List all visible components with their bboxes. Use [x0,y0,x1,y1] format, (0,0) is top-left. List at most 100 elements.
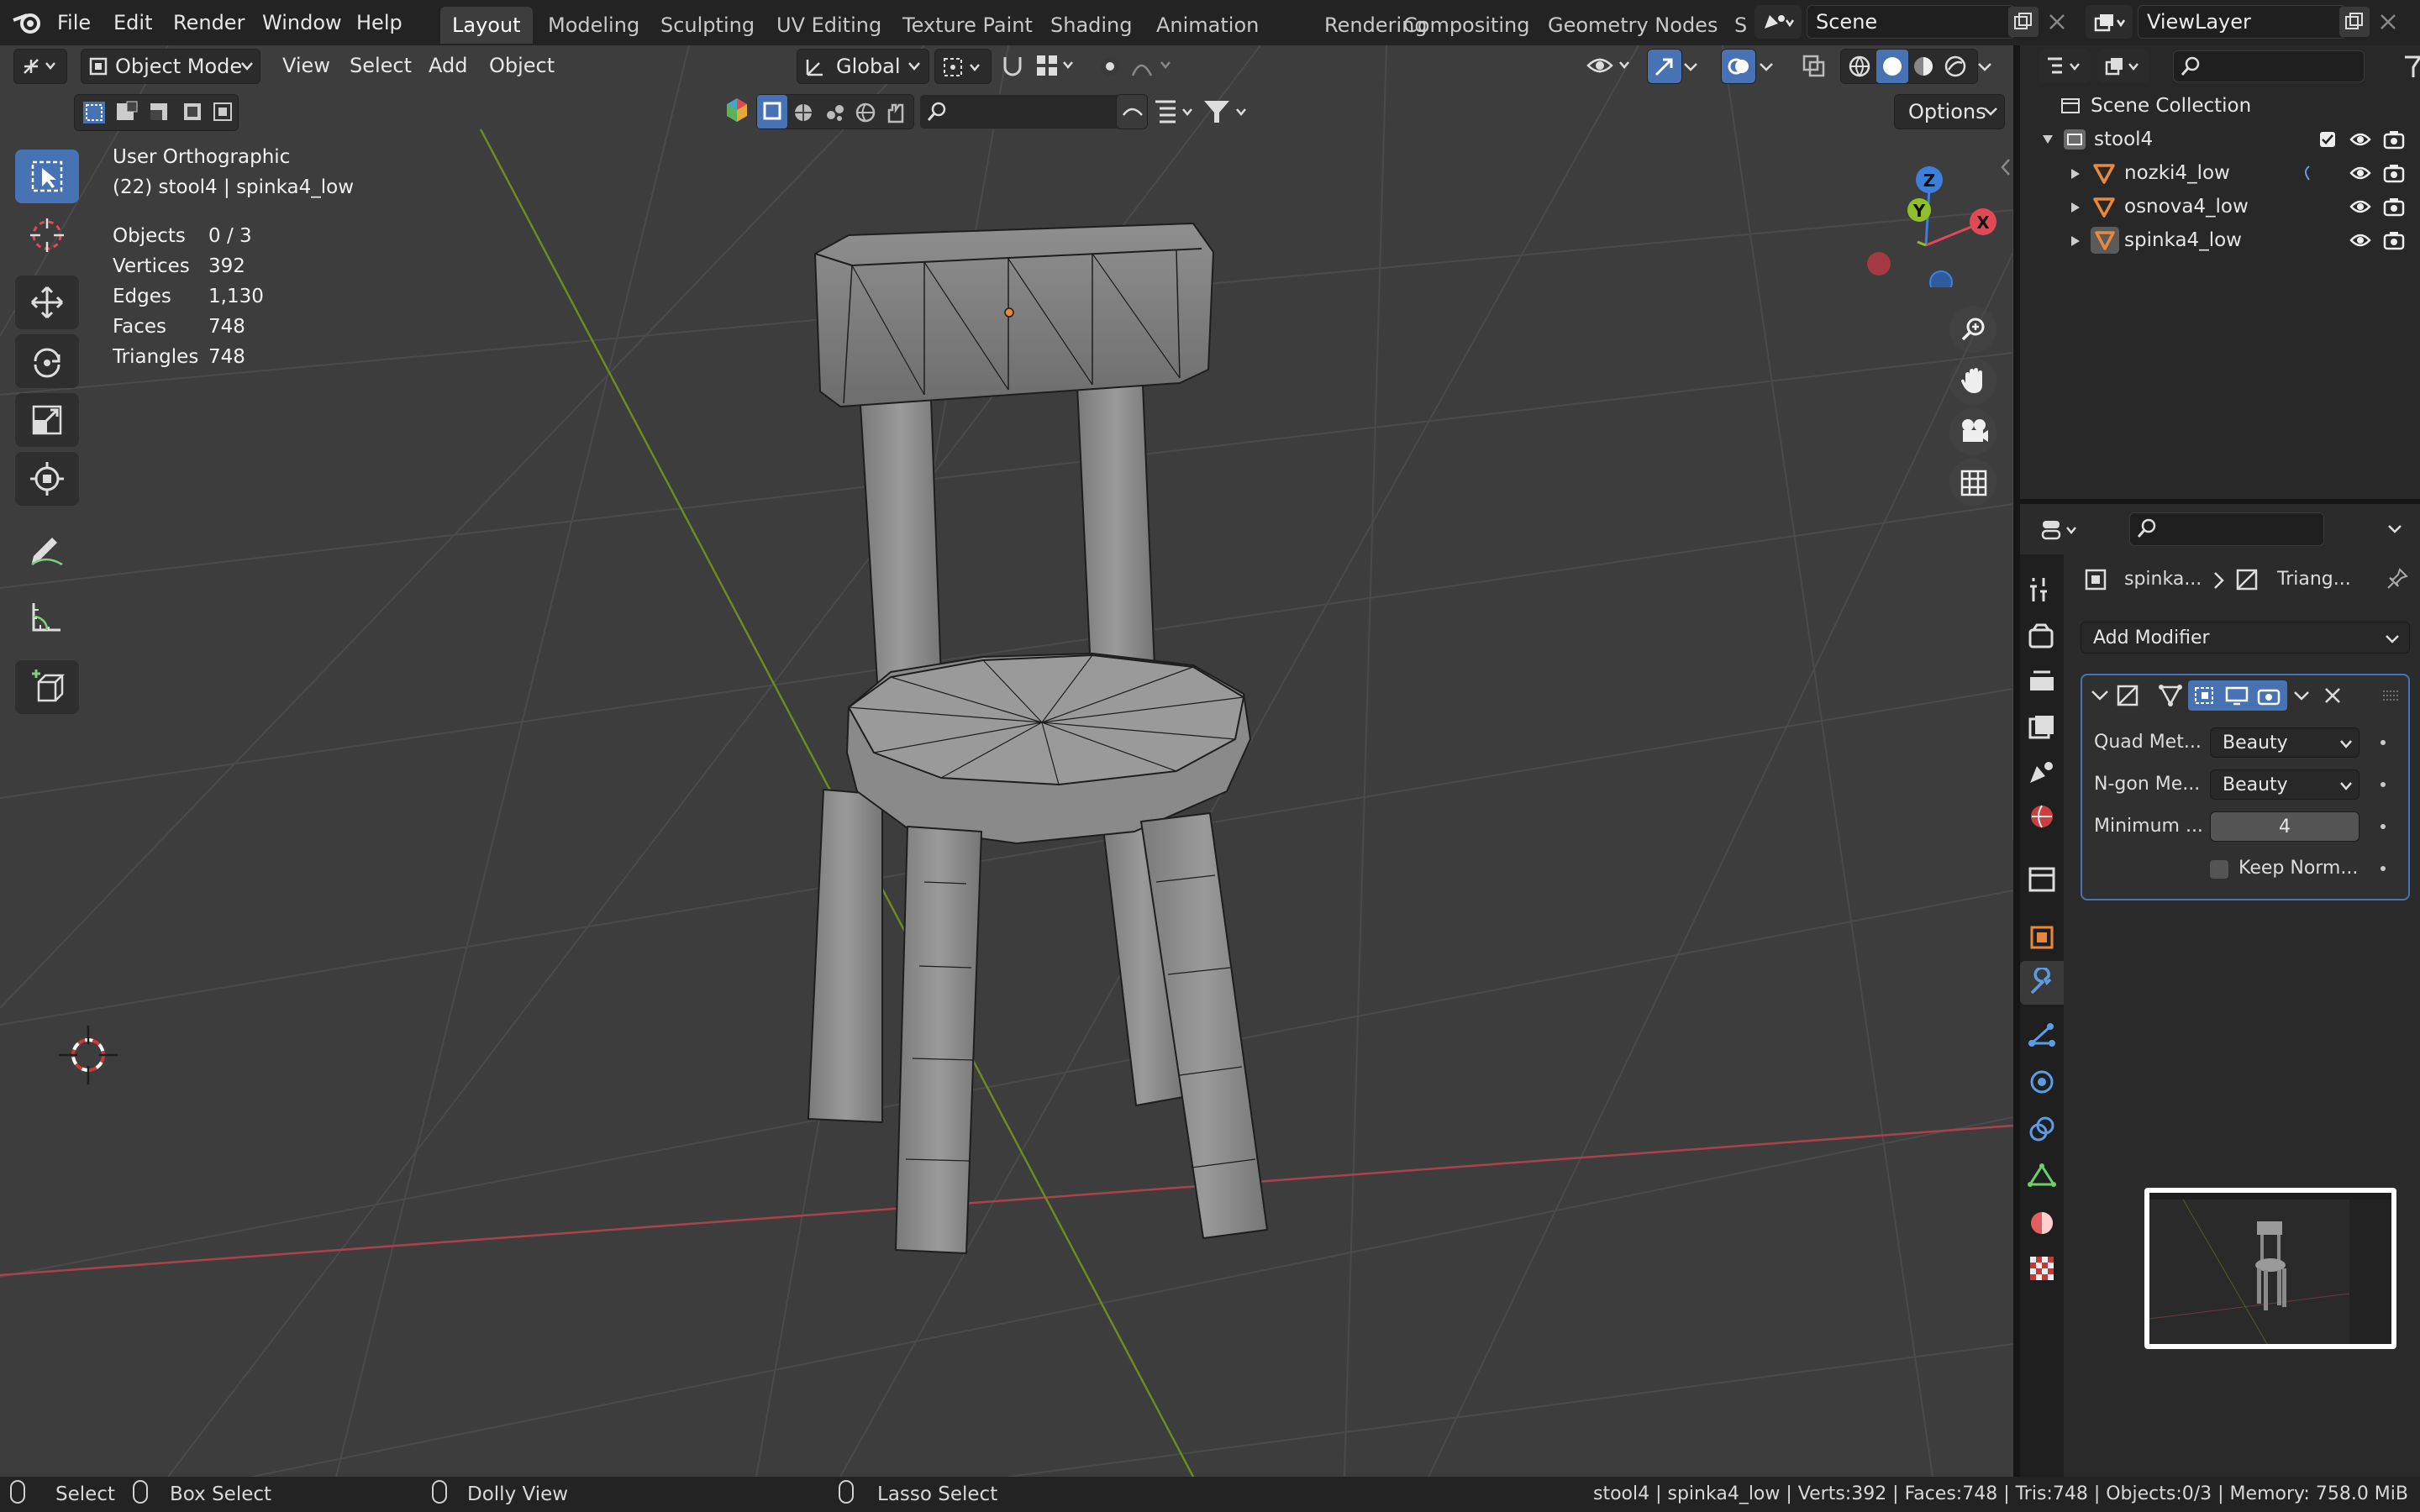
eye-icon[interactable] [2349,165,2371,181]
view-layer-tab-icon[interactable] [2025,711,2059,744]
3d-viewport[interactable]: Object Mode View Select Add Object Globa… [0,45,2013,1477]
material-filter-icon[interactable] [792,102,814,123]
render-camera-icon[interactable] [2383,197,2405,217]
output-tab-icon[interactable] [2025,665,2059,699]
menu-object[interactable]: Object [489,49,555,82]
tab-animation[interactable]: Animation [1144,7,1270,44]
collection-tab-icon[interactable] [2025,862,2059,895]
hand-filter-icon[interactable] [885,102,907,123]
outliner-row-object[interactable]: spinka4_low [2020,223,2420,257]
tool-scale[interactable] [15,393,79,447]
outliner-row-scene-collection[interactable]: Scene Collection [2020,89,2420,123]
menu-select[interactable]: Select [350,49,412,82]
new-view-layer-button[interactable] [2339,7,2370,37]
render-tab-icon[interactable] [2025,620,2059,654]
drag-handle-icon[interactable] [2381,689,2402,701]
ngon-method-dropdown[interactable]: Beauty [2210,769,2360,800]
expand-down-icon[interactable] [2042,134,2054,144]
display-mode-button[interactable] [2097,49,2149,82]
tab-texture-paint[interactable]: Texture Paint [891,7,1044,44]
render-camera-icon[interactable] [2383,129,2405,150]
filter-icon[interactable] [2403,54,2420,79]
transform-orientation-dropdown[interactable]: Global [797,49,929,84]
checkbox-checked-icon[interactable] [2319,131,2336,148]
outliner-editor-type-button[interactable] [2039,49,2091,82]
pan-button[interactable] [1949,358,1996,405]
sidebar-collapse-icon[interactable] [2000,158,2012,176]
keyframe-dot-icon[interactable] [2378,864,2388,874]
scene-tab-icon[interactable] [2025,756,2059,790]
render-camera-icon[interactable] [2383,163,2405,183]
tab-modeling[interactable]: Modeling [536,7,651,44]
tool-tab-icon[interactable] [2025,573,2059,606]
menu-file[interactable]: File [57,7,91,39]
overlays-toggle-button[interactable] [1721,49,1756,84]
mesh-data-tab-icon[interactable] [2025,1159,2059,1193]
mode-dropdown[interactable]: Object Mode [81,49,260,84]
tool-add-cube[interactable] [15,660,79,714]
minimum-vertices-field[interactable]: 4 [2210,811,2360,842]
physics-tab-icon[interactable] [2025,1065,2059,1099]
material-tab-icon[interactable] [2025,1206,2059,1240]
options-button[interactable]: Options [1894,94,2005,129]
filter-toggle-button[interactable] [1116,94,1148,129]
snap-target-icon[interactable] [1035,54,1076,79]
view-layer-browse-button[interactable] [2086,5,2133,39]
eye-icon[interactable] [2349,198,2371,215]
expand-right-icon[interactable] [2070,202,2081,213]
pin-icon[interactable] [2386,568,2408,590]
close-icon[interactable] [2047,12,2067,32]
eye-icon[interactable] [2349,232,2371,249]
menu-edit[interactable]: Edit [113,7,152,39]
properties-editor-type-button[interactable] [2035,512,2087,546]
camera-view-button[interactable] [1949,408,1996,455]
chevron-down-icon[interactable] [1684,62,1697,72]
tool-rotate[interactable] [15,334,79,388]
view-layer-field[interactable]: ViewLayer [2138,5,2346,39]
editor-type-button[interactable] [13,49,67,84]
selection-mode-icons[interactable] [80,100,236,125]
modifier-tab-active[interactable] [2020,961,2064,1005]
tab-overflow[interactable]: S [1723,7,1759,44]
keyframe-dot-icon[interactable] [2378,738,2388,748]
remove-modifier-icon[interactable] [2323,685,2343,706]
wireframe-shading-icon[interactable] [1848,55,1871,78]
particles-tab-icon[interactable] [2025,1018,2059,1052]
object-types-icon[interactable] [724,96,750,124]
tab-shading[interactable]: Shading [1039,7,1144,44]
stool-model[interactable] [808,223,1268,1254]
menu-view[interactable]: View [282,49,330,82]
xray-toggle-icon[interactable] [1802,54,1827,79]
render-toggle-icon[interactable] [2257,685,2281,706]
3d-cursor-icon[interactable] [59,1026,118,1084]
edit-mode-toggle-icon[interactable] [2158,684,2183,707]
blender-logo-icon[interactable] [12,10,45,35]
properties-search-input[interactable] [2129,512,2324,546]
navigation-gizmo[interactable]: Z X Y [1854,144,1996,287]
expand-right-icon[interactable] [2070,235,2081,247]
scene-name-field[interactable]: Scene [1807,5,2015,39]
perspective-toggle-button[interactable] [1949,459,1996,506]
object-tab-icon[interactable] [2025,921,2059,954]
world-filter-icon[interactable] [855,102,876,123]
filter-mesh-button[interactable] [757,95,787,129]
menu-window[interactable]: Window [262,7,342,39]
cage-toggle-icon[interactable] [2193,685,2217,706]
collapse-chevron-icon[interactable] [2091,689,2109,702]
tool-select-box[interactable] [15,150,79,203]
tab-sculpting[interactable]: Sculpting [649,7,766,44]
visibility-filter-icon[interactable] [1586,52,1637,81]
menu-add[interactable]: Add [429,49,467,82]
menu-help[interactable]: Help [356,7,402,39]
constraints-tab-icon[interactable] [2025,1112,2059,1146]
keep-normals-checkbox[interactable] [2210,860,2228,879]
outliner-row-stool4[interactable]: stool4 [2020,123,2420,156]
material-shading-icon[interactable] [1912,55,1935,78]
rendered-shading-icon[interactable] [1944,55,1967,78]
solid-shading-button[interactable] [1876,50,1908,83]
screenshot-thumbnail[interactable] [2144,1188,2396,1349]
tool-move[interactable] [15,276,79,329]
quad-method-dropdown[interactable]: Beauty [2210,727,2360,758]
tab-uv-editing[interactable]: UV Editing [765,7,893,44]
menu-render[interactable]: Render [173,7,245,39]
